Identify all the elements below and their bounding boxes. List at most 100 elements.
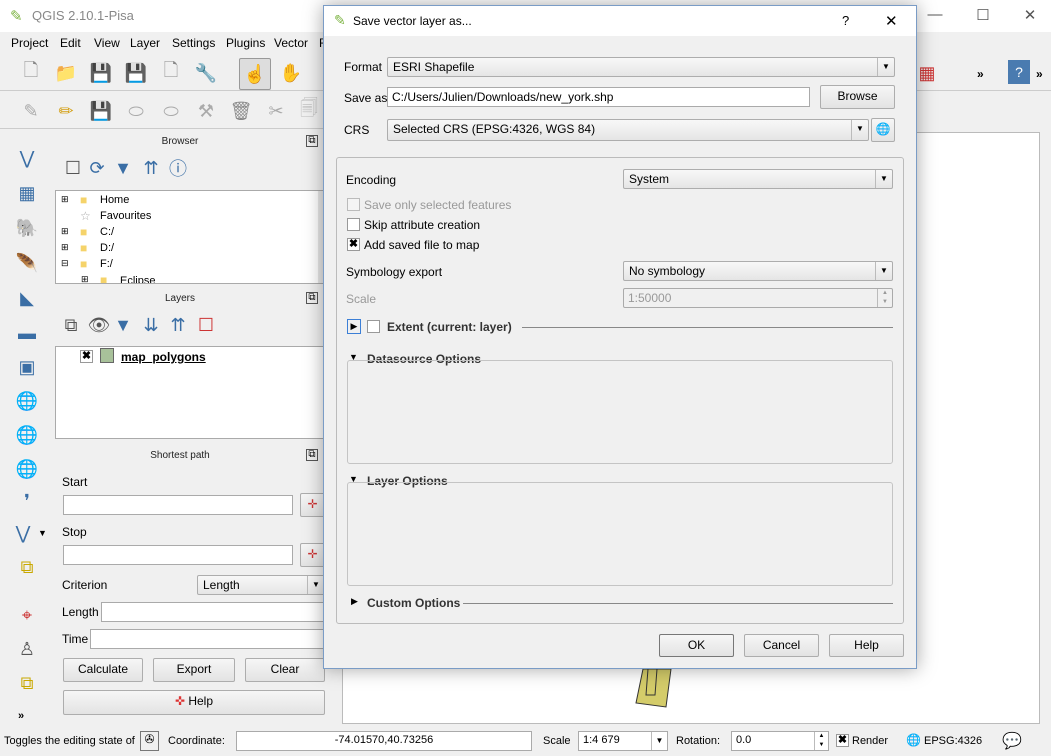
ok-button[interactable]: OK xyxy=(659,634,734,657)
node-tool-icon[interactable]: ⚒ xyxy=(193,98,219,124)
time-output[interactable] xyxy=(90,629,333,649)
dropdown-arrow-icon[interactable]: ▼ xyxy=(38,528,47,538)
layer-name[interactable]: map_polygons xyxy=(121,350,206,364)
save-project-icon[interactable]: 💾 xyxy=(88,60,114,86)
menu-plugins[interactable]: Plugins xyxy=(226,36,265,50)
add-to-map-checkbox[interactable]: ✖ xyxy=(347,238,360,251)
save-as-icon[interactable]: 💾 xyxy=(123,60,149,86)
browse-button[interactable]: Browse xyxy=(820,85,895,109)
crs-globe-icon[interactable]: 🌐 xyxy=(906,733,921,747)
tree-item-c[interactable]: C:/ xyxy=(100,226,114,238)
current-edits-icon[interactable]: ✎ xyxy=(18,98,44,124)
coordinate-input[interactable]: -74.01570,40.73256 xyxy=(236,731,532,751)
extent-expand-toggle[interactable]: ▶ xyxy=(347,319,361,334)
expand-icon[interactable]: ⊞ xyxy=(61,226,69,237)
collapse-all-icon[interactable]: ⇈ xyxy=(138,155,164,181)
statistics-icon[interactable]: ▦ xyxy=(914,60,940,86)
skip-attribute-checkbox[interactable] xyxy=(347,218,360,231)
add-raster-layer-icon[interactable]: ▦ xyxy=(14,180,40,206)
expand-icon[interactable]: ⊞ xyxy=(81,274,89,283)
new-shapefile-layer-icon[interactable]: ⋁ xyxy=(10,520,36,546)
add-oracle-layer-icon[interactable]: ▬ xyxy=(14,320,40,346)
expand-icon[interactable]: ⊞ xyxy=(61,242,69,253)
new-project-icon[interactable]: 🗋 xyxy=(18,60,44,86)
maximize-button[interactable]: ☐ xyxy=(968,6,998,24)
encoding-select[interactable]: System ▼ xyxy=(623,169,893,189)
layers-list[interactable]: ✖ map_polygons xyxy=(55,346,330,439)
toggle-extents-icon[interactable]: ✇ xyxy=(140,731,159,751)
menu-project[interactable]: Project xyxy=(11,36,48,50)
filter-icon[interactable]: ▼ xyxy=(110,155,136,181)
add-spatialite-layer-icon[interactable]: 🪶 xyxy=(14,250,40,276)
info-icon[interactable]: ⓘ xyxy=(165,155,191,181)
help-icon[interactable]: ? xyxy=(1008,60,1030,84)
refresh-icon[interactable]: ⟳ xyxy=(84,155,110,181)
save-selected-checkbox[interactable] xyxy=(347,198,360,211)
symbology-select[interactable]: No symbology ▼ xyxy=(623,261,893,281)
stop-input[interactable] xyxy=(63,545,293,565)
new-print-composer-icon[interactable]: 🗋 xyxy=(158,60,184,86)
rotation-spinbox[interactable]: 0.0 ▲ ▼ xyxy=(731,731,829,751)
add-mssql-layer-icon[interactable]: ◣ xyxy=(14,285,40,311)
capture-stop-point-button[interactable]: ✛ xyxy=(300,543,325,567)
expand-arrow-icon[interactable]: ▶ xyxy=(351,596,358,607)
toolbar-overflow-icon[interactable]: » xyxy=(977,67,984,81)
dialog-help-button-bottom[interactable]: Help xyxy=(829,634,904,657)
manage-visibility-icon[interactable]: 👁 xyxy=(86,312,112,338)
filter-legend-icon[interactable]: ▼ xyxy=(110,312,136,338)
evis-icon[interactable]: ♙ xyxy=(14,636,40,662)
float-panel-icon[interactable]: ⧉ xyxy=(306,449,318,461)
coordinate-capture-icon[interactable]: ⌖ xyxy=(14,602,40,628)
cut-features-icon[interactable]: ✂ xyxy=(263,98,289,124)
calculate-button[interactable]: Calculate xyxy=(63,658,143,682)
dialog-help-button[interactable]: ? xyxy=(842,13,849,28)
capture-start-point-button[interactable]: ✛ xyxy=(300,493,325,517)
collapse-icon[interactable]: ⊟ xyxy=(61,258,69,269)
collapse-all-icon[interactable]: ⇈ xyxy=(165,312,191,338)
move-feature-icon[interactable]: ⬭ xyxy=(158,98,184,124)
expand-all-icon[interactable]: ⇊ xyxy=(138,312,164,338)
tree-item-d[interactable]: D:/ xyxy=(100,242,114,254)
clear-button[interactable]: Clear xyxy=(245,658,325,682)
scale-spinbox[interactable]: 1:50000 ▲ ▼ xyxy=(623,288,893,308)
layer-item[interactable]: ✖ map_polygons xyxy=(56,347,329,365)
pan-icon[interactable]: ✋ xyxy=(278,60,304,86)
spin-arrows-icon[interactable]: ▲ ▼ xyxy=(814,732,828,750)
add-wms-layer-icon[interactable]: 🌐 xyxy=(14,388,40,414)
tree-item-f[interactable]: F:/ xyxy=(100,258,113,270)
length-output[interactable] xyxy=(101,602,333,622)
help-button[interactable]: ✜ Help xyxy=(63,690,325,715)
scale-combo[interactable]: 1:4 679 ▼ xyxy=(578,731,668,751)
composer-manager-icon[interactable]: 🔧 xyxy=(193,60,219,86)
tree-item-home[interactable]: Home xyxy=(100,194,129,206)
save-edits-icon[interactable]: 💾 xyxy=(88,98,114,124)
menu-layer[interactable]: Layer xyxy=(130,36,160,50)
layer-visibility-checkbox[interactable]: ✖ xyxy=(80,350,93,363)
criterion-select[interactable]: Length ▼ xyxy=(197,575,325,595)
copy-features-icon[interactable]: 🗐 xyxy=(296,98,322,124)
extent-checkbox[interactable] xyxy=(367,320,380,333)
new-virtual-layer-icon[interactable]: ⧉ xyxy=(14,554,40,580)
spin-arrows-icon[interactable]: ▲ ▼ xyxy=(877,289,892,307)
browser-tree[interactable]: ⊞ ■ Home ☆ Favourites ⊞ ■ C:/ ⊞ ■ D:/ ⊟ ■ F:/ ⊞ ■ E… xyxy=(55,190,327,284)
start-input[interactable] xyxy=(63,495,293,515)
tree-item-eclipse[interactable]: Eclipse xyxy=(120,275,155,283)
close-button[interactable]: ✕ xyxy=(1015,6,1045,24)
add-vector-layer-icon[interactable]: ⋁ xyxy=(14,145,40,171)
delete-selected-icon[interactable]: 🗑 xyxy=(228,98,254,124)
crs-select[interactable]: Selected CRS (EPSG:4326, WGS 84) ▼ xyxy=(387,119,869,141)
add-feature-icon[interactable]: ⬭ xyxy=(123,98,149,124)
messages-icon[interactable]: 💬 xyxy=(1002,731,1022,751)
select-crs-button[interactable]: 🌐 xyxy=(871,118,895,142)
tree-item-favourites[interactable]: Favourites xyxy=(100,210,151,222)
render-checkbox[interactable]: ✖ xyxy=(836,734,849,747)
add-selected-icon[interactable]: ☐ xyxy=(60,155,86,181)
export-button[interactable]: Export xyxy=(153,658,235,682)
toggle-editing-icon[interactable]: ✏ xyxy=(53,98,79,124)
format-select[interactable]: ESRI Shapefile ▼ xyxy=(387,57,895,77)
toolbar-overflow-icon-3[interactable]: » xyxy=(18,710,24,722)
expand-icon[interactable]: ⊞ xyxy=(61,194,69,205)
menu-settings[interactable]: Settings xyxy=(172,36,215,50)
minimize-button[interactable]: — xyxy=(920,6,950,23)
save-as-input[interactable]: C:/Users/Julien/Downloads/new_york.shp xyxy=(387,87,810,107)
